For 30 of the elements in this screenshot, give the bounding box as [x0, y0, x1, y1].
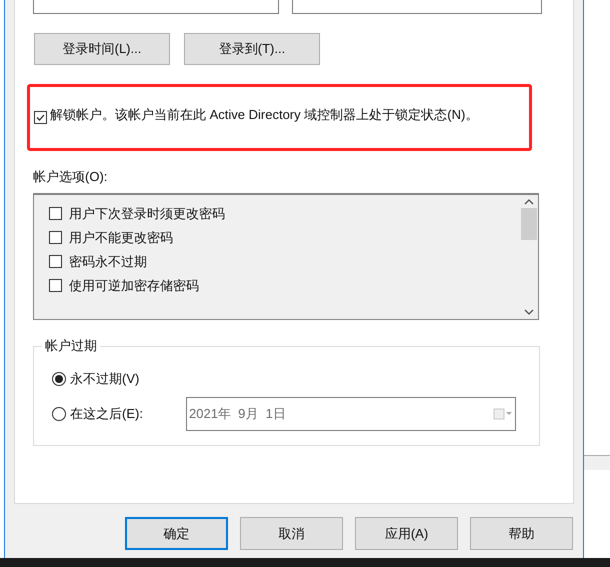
option-label: 密码永不过期 [69, 252, 147, 271]
group-title: 帐户过期 [42, 337, 100, 355]
input-field[interactable] [292, 0, 542, 14]
radio-button[interactable] [52, 372, 66, 386]
input-field[interactable] [33, 0, 279, 14]
dialog-button[interactable]: 应用(A) [355, 517, 458, 550]
option-label: 使用可逆加密存储密码 [69, 276, 199, 295]
radio-label: 永不过期(V) [70, 370, 140, 388]
dialog-button[interactable]: 取消 [240, 517, 343, 550]
date-value: 2021年 9月 1日 [189, 405, 287, 424]
checkbox[interactable] [49, 279, 62, 292]
scroll-down-icon [524, 309, 534, 316]
action-button[interactable]: 登录到(T)... [184, 33, 320, 65]
action-button[interactable]: 登录时间(L)... [34, 33, 170, 65]
dialog-button[interactable]: 帮助 [470, 517, 573, 550]
radio-button[interactable] [52, 407, 66, 421]
calendar-dropdown-icon [493, 408, 513, 420]
checkbox-label: 解锁帐户。该帐户当前在此 Active Directory 域控制器上处于锁定状态(N)。 [50, 106, 480, 124]
checkbox[interactable] [49, 207, 62, 220]
option-label: 用户不能更改密码 [69, 228, 173, 247]
scroll-thumb [521, 208, 537, 240]
checkbox[interactable] [49, 255, 62, 268]
option-label: 用户下次登录时须更改密码 [69, 204, 225, 223]
section-label: 帐户选项(O): [33, 169, 108, 185]
dialog-button[interactable]: 确定 [125, 517, 228, 550]
radio-label: 在这之后(E): [70, 405, 144, 424]
scroll-up-icon [524, 198, 534, 205]
checkbox[interactable] [49, 231, 62, 244]
date-picker[interactable]: 2021年 9月 1日 [186, 397, 516, 431]
checkbox[interactable] [34, 111, 47, 124]
